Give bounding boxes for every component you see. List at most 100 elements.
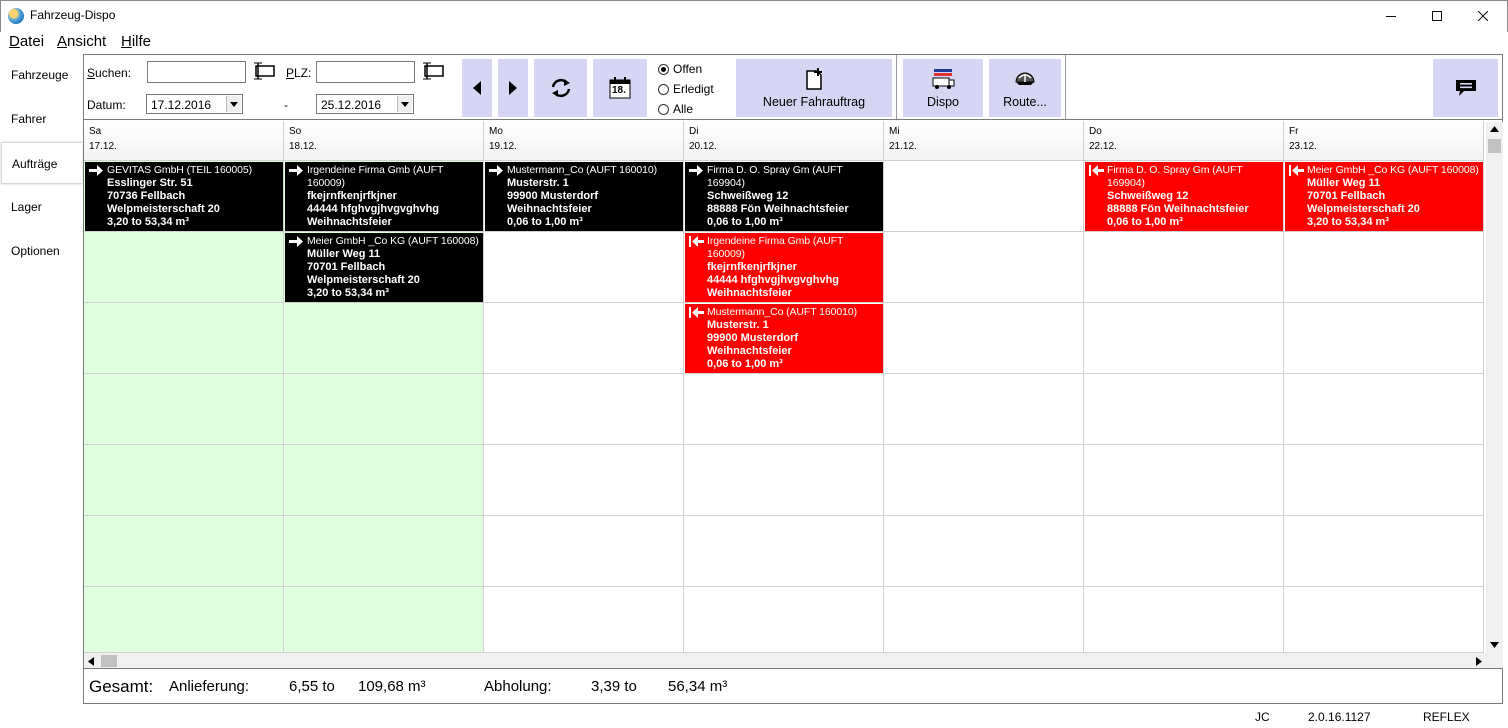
nav-fahrzeuge[interactable]: Fahrzeuge (1, 54, 82, 96)
route-button[interactable]: Route... (989, 59, 1061, 117)
calendar-cell[interactable] (284, 445, 484, 516)
order-card[interactable]: Irgendeine Firma Gmb (AUFT 160009) fkejrn… (285, 162, 483, 231)
chat-button[interactable] (1433, 59, 1498, 117)
day-date: 21.12. (889, 141, 917, 152)
minimize-button[interactable] (1368, 0, 1414, 31)
plz-clear-icon[interactable] (421, 62, 447, 83)
calendar-cell[interactable] (284, 374, 484, 445)
plz-label: PLZ: (286, 66, 312, 80)
calendar-cell[interactable] (484, 303, 684, 374)
calendar-cell[interactable] (1284, 303, 1484, 374)
nav-lager[interactable]: Lager (1, 186, 82, 228)
plz-input[interactable] (316, 61, 415, 83)
menu-bar (1, 32, 1507, 52)
search-input[interactable] (147, 61, 246, 83)
calendar-cell[interactable] (84, 587, 284, 653)
order-card[interactable]: Mustermann_Co (AUFT 160010) Musterstr. 19… (685, 304, 883, 373)
order-title: Mustermann_Co (AUFT 160010) (507, 164, 658, 176)
calendar-cell[interactable] (84, 232, 284, 303)
calendar-cell[interactable] (1084, 516, 1284, 587)
order-card[interactable]: Meier GmbH _Co KG (AUFT 160008) Müller We… (1285, 162, 1483, 231)
calendar-cell[interactable] (1084, 374, 1284, 445)
horizontal-scrollbar[interactable] (84, 653, 1486, 669)
calendar-cell[interactable] (1084, 587, 1284, 653)
today-button[interactable]: 18. (593, 59, 647, 117)
arrow-left-icon (473, 81, 481, 95)
radio-offen-circle[interactable] (658, 63, 669, 75)
calendar-cell[interactable] (484, 232, 684, 303)
calendar-cell[interactable] (1284, 587, 1484, 653)
pickup-arrow-icon (1289, 165, 1304, 176)
calendar-cell[interactable] (684, 587, 884, 653)
radio-alle[interactable]: Alle (658, 102, 693, 116)
calendar-cell[interactable] (1284, 374, 1484, 445)
calendar-cell[interactable] (884, 374, 1084, 445)
date-from-picker[interactable]: 17.12.2016 (146, 94, 243, 114)
calendar-icon: 18. (609, 77, 631, 99)
calendar-cell[interactable] (884, 516, 1084, 587)
calendar-cell[interactable] (1284, 445, 1484, 516)
calendar-cell[interactable] (484, 374, 684, 445)
calendar-cell[interactable] (84, 516, 284, 587)
calendar-cell[interactable] (884, 303, 1084, 374)
refresh-button[interactable] (534, 59, 587, 117)
calendar-cell[interactable] (884, 587, 1084, 653)
nav-auftraege[interactable]: Aufträge (1, 142, 82, 184)
nav-fahrer[interactable]: Fahrer (1, 98, 82, 140)
calendar-cell[interactable] (84, 303, 284, 374)
calendar-cell[interactable] (84, 445, 284, 516)
day-of-week: Di (689, 126, 699, 137)
calendar-cell[interactable] (284, 587, 484, 653)
calendar-cell[interactable] (284, 303, 484, 374)
order-card[interactable]: Meier GmbH _Co KG (AUFT 160008) Müller We… (285, 233, 483, 302)
new-order-button[interactable]: Neuer Fahrauftrag (736, 59, 892, 117)
calendar-cell[interactable] (284, 516, 484, 587)
scroll-corner (1486, 653, 1503, 669)
calendar-cell[interactable] (1284, 516, 1484, 587)
radio-erledigt[interactable]: Erledigt (658, 82, 714, 96)
status-version: 2.0.16.1127 (1308, 710, 1371, 724)
calendar-cell[interactable] (684, 374, 884, 445)
calendar-cell[interactable] (884, 161, 1084, 232)
search-clear-icon[interactable] (252, 62, 278, 83)
calendar-cell[interactable] (684, 516, 884, 587)
calendar-cell[interactable] (484, 516, 684, 587)
nav-optionen[interactable]: Optionen (1, 230, 82, 272)
order-card[interactable]: GEVITAS GmbH (TEIL 160005) Esslinger Str.… (85, 162, 283, 231)
order-card[interactable]: Mustermann_Co (AUFT 160010) Musterstr. 19… (485, 162, 683, 231)
calendar-cell[interactable] (1084, 232, 1284, 303)
next-button[interactable] (498, 59, 528, 117)
day-date: 17.12. (89, 141, 117, 152)
dispo-button[interactable]: Dispo (903, 59, 983, 117)
calendar-cell[interactable] (1084, 303, 1284, 374)
calendar-cell[interactable] (684, 445, 884, 516)
radio-alle-circle[interactable] (658, 103, 669, 115)
calendar-cell[interactable] (1284, 232, 1484, 303)
menu-hilfe[interactable]: Hilfe (121, 33, 151, 50)
toolbar-divider (1065, 55, 1066, 119)
day-date: 20.12. (689, 141, 717, 152)
radio-erledigt-circle[interactable] (658, 83, 669, 95)
calendar-cell[interactable] (484, 445, 684, 516)
chevron-down-icon[interactable] (397, 96, 412, 112)
order-card[interactable]: Firma D. O. Spray Gm (AUFT 169904) Schwei… (685, 162, 883, 231)
calendar-cell[interactable] (484, 587, 684, 653)
chevron-down-icon[interactable] (226, 96, 241, 112)
radio-offen[interactable]: Offen (658, 62, 702, 76)
menu-ansicht[interactable]: Ansicht (57, 33, 106, 50)
calendar-cell[interactable] (884, 445, 1084, 516)
previous-button[interactable] (462, 59, 492, 117)
horizontal-scroll-thumb[interactable] (101, 655, 117, 667)
maximize-button[interactable] (1414, 0, 1460, 31)
vertical-scroll-thumb[interactable] (1488, 139, 1501, 153)
order-detail: Schweißweg 12 (707, 190, 789, 202)
menu-datei[interactable]: Datei (9, 33, 44, 50)
date-to-picker[interactable]: 25.12.2016 (316, 94, 414, 114)
order-card[interactable]: Firma D. O. Spray Gm (AUFT 169904) Schwei… (1085, 162, 1283, 231)
calendar-cell[interactable] (884, 232, 1084, 303)
calendar-cell[interactable] (84, 374, 284, 445)
calendar-cell[interactable] (1084, 445, 1284, 516)
order-card[interactable]: Irgendeine Firma Gmb (AUFT 160009) fkejrn… (685, 233, 883, 302)
close-button[interactable] (1460, 0, 1506, 31)
vertical-scrollbar[interactable] (1486, 122, 1503, 654)
